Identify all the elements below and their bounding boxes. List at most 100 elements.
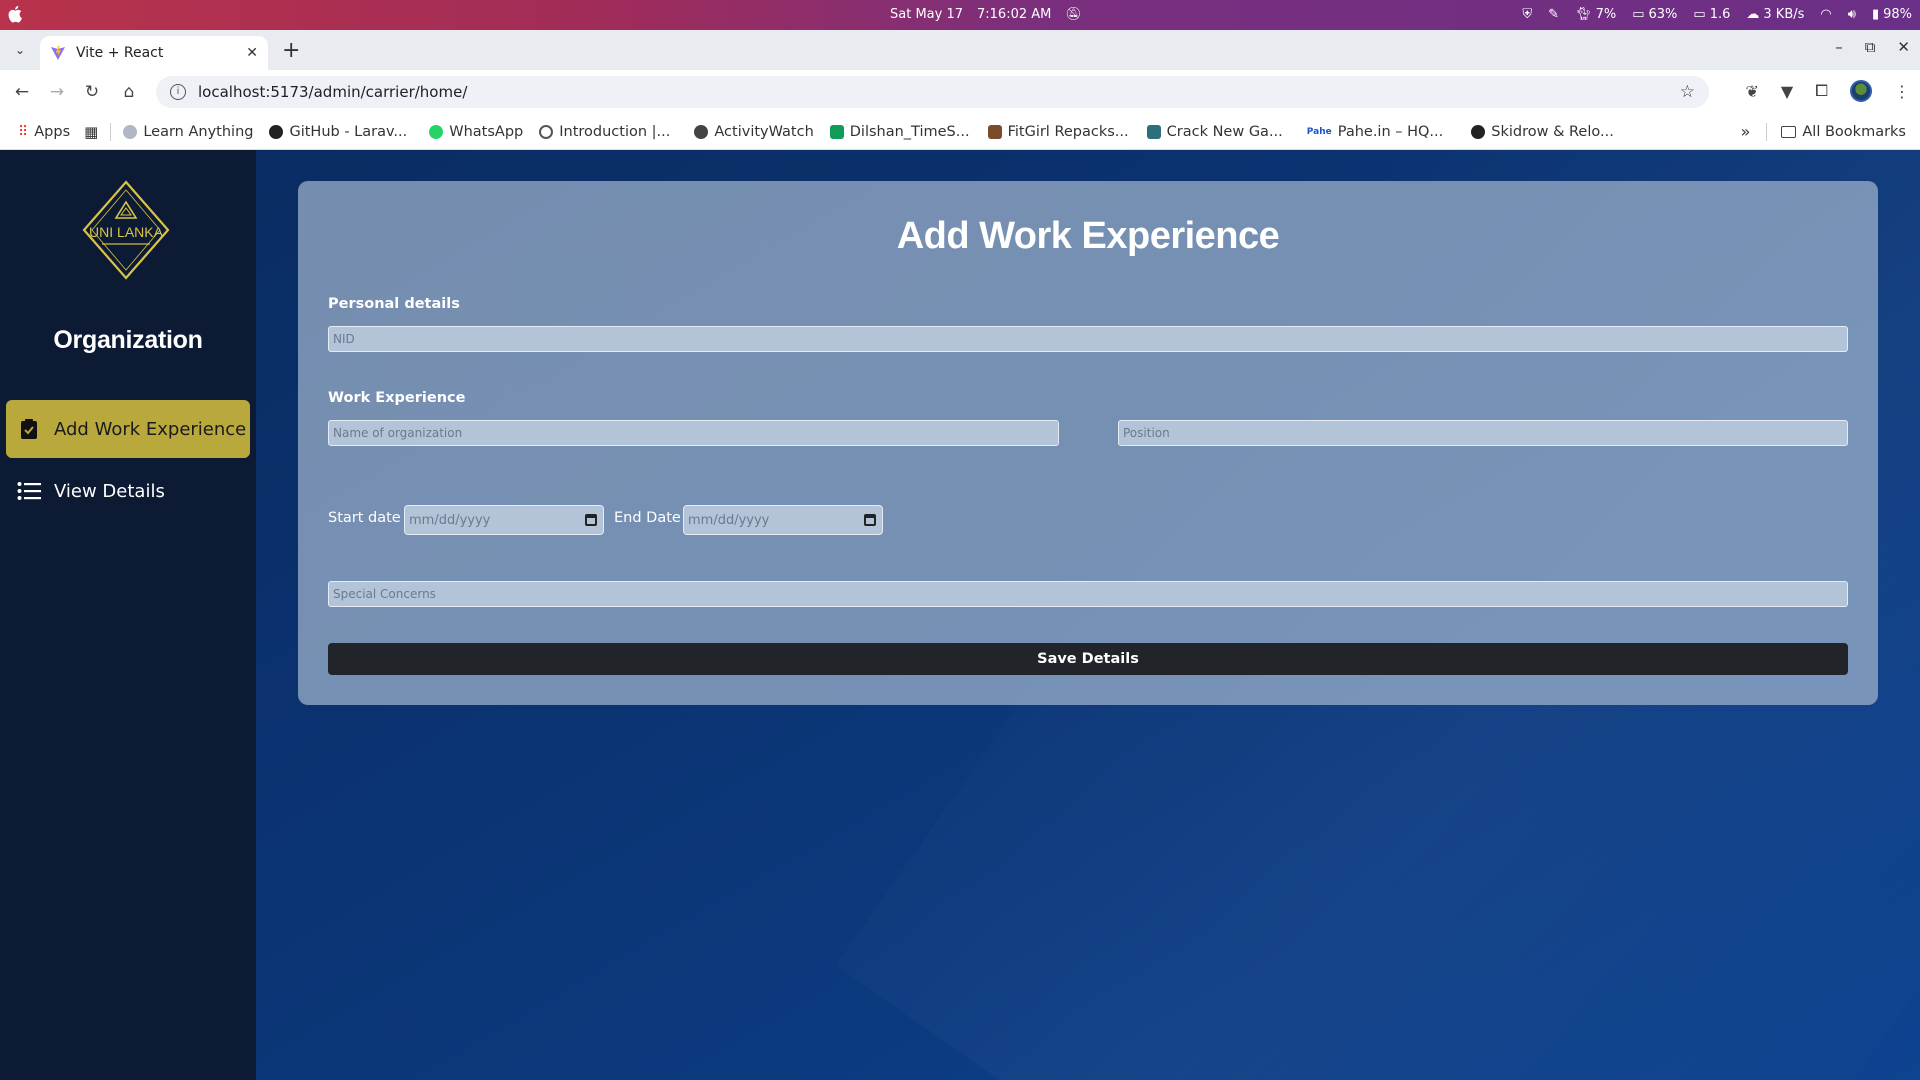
tab-groups-icon[interactable]: ▦ — [84, 123, 98, 141]
volume-icon[interactable]: 🔊︎ — [1848, 7, 1856, 22]
bookmark-apps[interactable]: ⠿ Apps — [18, 124, 70, 140]
sidebar-item-add-work-experience[interactable]: Add Work Experience — [6, 400, 250, 458]
end-date-label: End Date — [614, 510, 681, 526]
bookmark-learn-anything[interactable]: Learn Anything — [123, 124, 253, 140]
profile-avatar[interactable] — [1850, 80, 1872, 102]
personal-details-label: Personal details — [328, 296, 460, 312]
organization-placeholder: Name of organization — [333, 426, 463, 440]
browser-toolbar: ← → ↻ ⌂ i localhost:5173/admin/carrier/h… — [0, 70, 1920, 114]
bookmark-github[interactable]: GitHub - Larav... — [269, 124, 407, 140]
cloud-upload-icon: ☁ — [1746, 7, 1760, 22]
bookmark-label: Apps — [34, 123, 71, 140]
shield-icon[interactable]: ⛨ — [1522, 7, 1532, 22]
restore-icon[interactable]: ⧉ — [1865, 38, 1876, 56]
activitywatch-icon — [694, 124, 709, 139]
os-top-bar: Sat May 17 7:16:02 AM 🔕︎ ⛨ ✎ 🐈︎ 7% ▭ 63% ▭… — [0, 0, 1920, 30]
bookmark-crack-new-games[interactable]: Crack New Ga... — [1146, 124, 1283, 140]
battery-icon: ▮ — [1871, 7, 1880, 22]
os-clock[interactable]: Sat May 17 7:16:02 AM 🔕︎ — [890, 7, 1082, 22]
memory-indicator[interactable]: ▭ 63% — [1632, 7, 1677, 22]
extension-feather-icon[interactable]: ❦ — [1745, 82, 1758, 101]
bookmark-dilshan-timesheet[interactable]: Dilshan_TimeS... — [829, 123, 970, 140]
all-bookmarks[interactable]: All Bookmarks — [1781, 124, 1906, 140]
apps-grid-icon: ⠿ — [18, 123, 29, 140]
logo-text: UNI LANKA — [89, 224, 164, 240]
bookmark-introduction[interactable]: Introduction |... — [539, 124, 670, 140]
work-experience-label: Work Experience — [328, 390, 466, 406]
tab-close-icon[interactable]: ✕ — [246, 45, 258, 61]
sidebar: UNI LANKA Organization Add Work Experien… — [0, 150, 256, 1080]
memory-icon: ▭ — [1632, 7, 1645, 22]
sidebar-item-label: Add Work Experience — [54, 418, 247, 440]
page-title: Add Work Experience — [896, 215, 1280, 257]
calendar-icon[interactable] — [864, 514, 876, 526]
battery-indicator[interactable]: ▮ 98% — [1872, 7, 1912, 22]
window-close-icon[interactable]: ✕ — [1897, 38, 1910, 56]
organization-name-input[interactable]: Name of organization — [328, 420, 1059, 446]
toolbar-actions: ❦ ▼ ⧠ ⋮ — [1745, 80, 1910, 102]
skidrow-icon — [1471, 124, 1486, 139]
end-date-placeholder: mm/dd/yyyy — [688, 512, 770, 528]
sidebar-item-view-details[interactable]: View Details — [6, 462, 250, 520]
network-value: 3 KB/s — [1763, 7, 1805, 22]
bookmark-fitgirl[interactable]: FitGirl Repacks... — [987, 123, 1129, 140]
memory-value: 63% — [1648, 7, 1678, 22]
minimize-icon[interactable]: – — [1835, 38, 1843, 56]
more-bookmarks-chevron-icon[interactable]: » — [1741, 122, 1751, 141]
extensions-puzzle-icon[interactable]: ⧠ — [1815, 81, 1828, 101]
bookmark-label: ActivityWatch — [714, 123, 814, 140]
forward-icon[interactable]: → — [45, 80, 69, 104]
bookmark-whatsapp[interactable]: WhatsApp — [429, 124, 523, 140]
wifi-icon[interactable]: ◠ — [1820, 7, 1831, 22]
sidebar-title: Organization — [53, 326, 203, 354]
home-icon[interactable]: ⌂ — [117, 80, 141, 104]
bookmark-star-icon[interactable]: ☆ — [1680, 82, 1695, 102]
github-icon — [269, 124, 284, 139]
bookmark-label: Skidrow & Relo... — [1491, 123, 1614, 140]
special-concerns-input[interactable]: Special Concerns — [328, 581, 1848, 607]
tray-cat-icon: 🐈︎ — [1575, 7, 1592, 22]
bookmark-label: Dilshan_TimeS... — [849, 123, 970, 140]
network-indicator[interactable]: ☁ 3 KB/s — [1746, 7, 1804, 22]
os-date: Sat May 17 — [890, 7, 963, 22]
cpu-indicator[interactable]: 🐈︎ 7% — [1575, 7, 1616, 22]
reload-icon[interactable]: ↻ — [80, 80, 104, 104]
back-icon[interactable]: ← — [10, 80, 34, 104]
bookmark-label: FitGirl Repacks... — [1007, 123, 1129, 140]
new-tab-icon[interactable]: + — [282, 38, 300, 63]
bookmark-label: Pahe.in – HQ... — [1337, 123, 1444, 140]
extension-v-icon[interactable]: ▼ — [1781, 82, 1793, 101]
end-date-input[interactable]: mm/dd/yyyy — [683, 505, 883, 535]
site-info-icon[interactable]: i — [170, 84, 186, 100]
color-picker-icon[interactable]: ✎ — [1548, 7, 1559, 22]
menu-kebab-icon[interactable]: ⋮ — [1894, 82, 1910, 101]
work-experience-form: Add Work Experience Personal details NID… — [298, 181, 1878, 705]
load-indicator[interactable]: ▭ 1.6 — [1693, 7, 1730, 22]
browser-tab[interactable]: Vite + React ✕ — [40, 36, 268, 70]
monitor-icon: ▭ — [1693, 7, 1706, 22]
cloud-icon — [123, 124, 138, 139]
bookmark-activitywatch[interactable]: ActivityWatch — [694, 123, 814, 140]
start-date-placeholder: mm/dd/yyyy — [409, 512, 491, 528]
bookmark-skidrow[interactable]: Skidrow & Relo... — [1471, 124, 1614, 140]
tab-strip: ⌄ Vite + React ✕ + – ⧉ ✕ — [0, 30, 1920, 70]
bookmarks-bar: ⠿ Apps ▦ Learn Anything GitHub - Larav..… — [0, 114, 1920, 150]
calendar-icon[interactable] — [585, 514, 597, 526]
address-bar[interactable]: i localhost:5173/admin/carrier/home/ ☆ — [156, 76, 1709, 108]
nid-input[interactable]: NID — [328, 326, 1848, 352]
bookmark-label: Introduction |... — [559, 123, 671, 140]
bookmark-pahe[interactable]: Pahe Pahe.in – HQ... — [1307, 124, 1443, 140]
all-bookmarks-label: All Bookmarks — [1802, 123, 1906, 140]
tab-title: Vite + React — [76, 45, 164, 61]
position-input[interactable]: Position — [1118, 420, 1848, 446]
vite-logo-icon — [51, 46, 65, 60]
main-content: Add Work Experience Personal details NID… — [256, 150, 1920, 1080]
apple-icon[interactable] — [8, 5, 24, 23]
clipboard-check-icon — [16, 416, 42, 442]
bookmark-label: GitHub - Larav... — [289, 123, 408, 140]
sheets-icon — [829, 124, 844, 139]
save-details-button[interactable]: Save Details — [328, 643, 1848, 675]
tab-search-chevron-icon[interactable]: ⌄ — [10, 40, 30, 60]
bookmark-separator — [110, 122, 112, 141]
start-date-input[interactable]: mm/dd/yyyy — [404, 505, 604, 535]
